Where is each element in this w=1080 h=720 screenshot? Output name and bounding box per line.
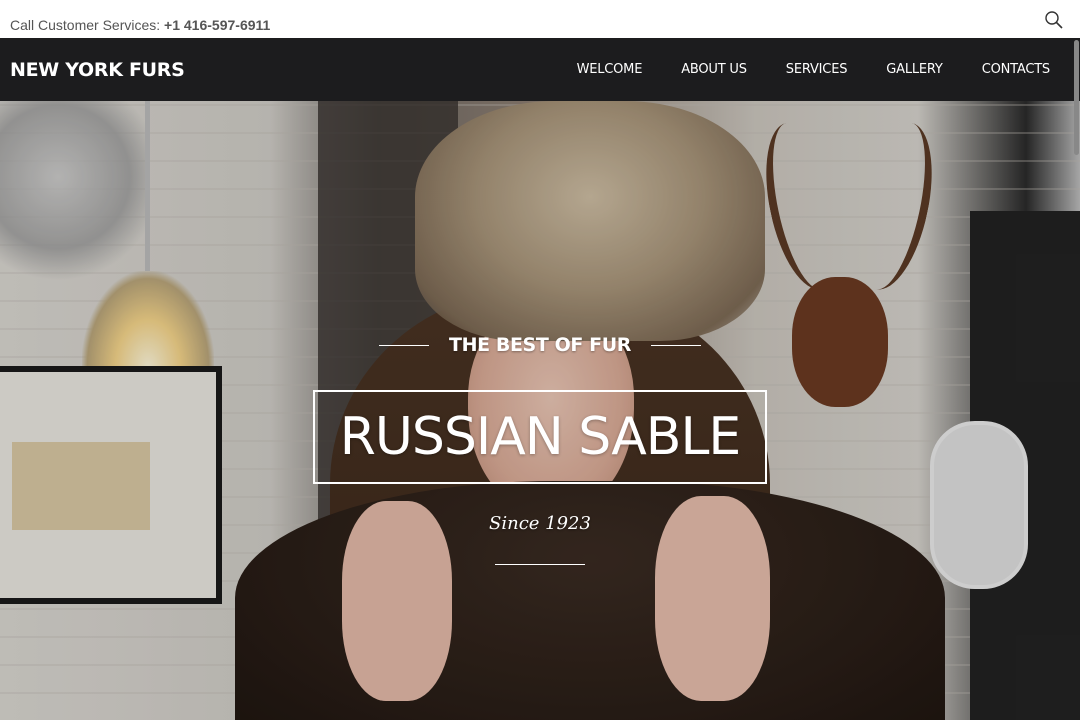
main-navigation: NEW YORK FURS WELCOME ABOUT US SERVICES … bbox=[0, 38, 1080, 101]
phone-label: Call Customer Services: bbox=[10, 17, 161, 33]
scrollbar-thumb[interactable] bbox=[1074, 40, 1079, 155]
since-divider bbox=[495, 564, 585, 565]
kicker-line-right bbox=[651, 344, 702, 346]
hero-since: Since 1923 bbox=[489, 513, 591, 534]
hero-kicker: THE BEST OF FUR bbox=[0, 334, 1080, 356]
hero-title-box: RUSSIAN SABLE bbox=[313, 390, 767, 484]
nav-item-contacts[interactable]: CONTACTS bbox=[982, 62, 1051, 77]
nav-menu: WELCOME ABOUT US SERVICES GALLERY CONTAC… bbox=[538, 38, 1051, 101]
hero-section: THE BEST OF FUR RUSSIAN SABLE Since 1923 bbox=[0, 101, 1080, 720]
top-utility-bar: Call Customer Services: +1 416-597-6911 bbox=[0, 0, 1080, 38]
page-scrollbar[interactable] bbox=[1072, 38, 1080, 720]
brand-logo[interactable]: NEW YORK FURS bbox=[10, 59, 185, 81]
nav-item-about-us[interactable]: ABOUT US bbox=[681, 62, 747, 77]
phone-number[interactable]: +1 416-597-6911 bbox=[164, 17, 270, 33]
nav-item-welcome[interactable]: WELCOME bbox=[577, 62, 643, 77]
nav-item-gallery[interactable]: GALLERY bbox=[886, 62, 943, 77]
nav-item-services[interactable]: SERVICES bbox=[786, 62, 848, 77]
hero-title: RUSSIAN SABLE bbox=[339, 407, 742, 467]
kicker-line-left bbox=[378, 344, 429, 346]
search-icon[interactable] bbox=[1044, 10, 1064, 30]
hero-kicker-text: THE BEST OF FUR bbox=[449, 334, 631, 356]
customer-service-phone: Call Customer Services: +1 416-597-6911 bbox=[10, 16, 270, 34]
